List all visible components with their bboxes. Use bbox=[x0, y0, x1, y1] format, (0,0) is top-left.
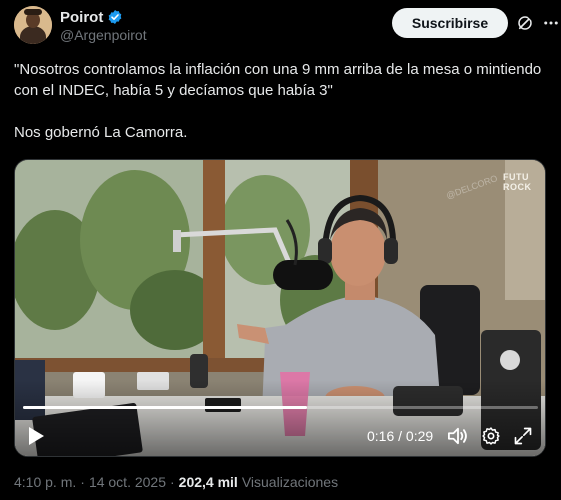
volume-icon[interactable] bbox=[447, 426, 469, 446]
avatar[interactable] bbox=[14, 6, 52, 44]
video-progress-fill bbox=[23, 406, 308, 409]
gear-icon[interactable] bbox=[481, 426, 501, 446]
author-handle[interactable]: @Argenpoirot bbox=[60, 27, 147, 43]
tweet-meta: 4:10 p. m. · 14 oct. 2025 · 202,4 mil Vi… bbox=[14, 474, 338, 490]
tweet-quote: "Nosotros controlamos la inflación con u… bbox=[14, 61, 542, 99]
video-current-time: 0:16 bbox=[367, 428, 395, 444]
meta-separator: · bbox=[170, 474, 175, 490]
meta-separator: · bbox=[80, 474, 85, 490]
video-total-time: 0:29 bbox=[405, 428, 434, 444]
grok-icon[interactable] bbox=[516, 14, 534, 32]
tweet-date[interactable]: 14 oct. 2025 bbox=[89, 474, 166, 490]
video-time-separator: / bbox=[394, 428, 406, 444]
tweet-header: Poirot @Argenpoirot Suscribirse bbox=[14, 6, 558, 46]
video-time: 0:16 / 0:29 bbox=[367, 428, 433, 444]
video-brand-logo: FUTU ROCK bbox=[503, 172, 532, 192]
views-count: 202,4 mil bbox=[178, 474, 238, 490]
tweet-comment: Nos gobernó La Camorra. bbox=[14, 124, 188, 141]
video-frame bbox=[15, 160, 545, 456]
verified-badge-icon bbox=[109, 10, 122, 24]
more-icon[interactable] bbox=[542, 14, 560, 32]
tweet-time[interactable]: 4:10 p. m. bbox=[14, 474, 76, 490]
tweet-text: "Nosotros controlamos la inflación con u… bbox=[14, 59, 549, 143]
video-player[interactable]: @DELCORO FUTU ROCK 0:16 / 0:29 bbox=[14, 159, 546, 457]
expand-icon[interactable] bbox=[513, 426, 533, 446]
views-label: Visualizaciones bbox=[241, 474, 339, 490]
play-icon[interactable] bbox=[27, 426, 45, 446]
subscribe-button[interactable]: Suscribirse bbox=[392, 8, 508, 38]
video-progress-bar[interactable] bbox=[23, 406, 538, 409]
author-name-line[interactable]: Poirot bbox=[60, 8, 123, 26]
author-name[interactable]: Poirot bbox=[60, 9, 103, 26]
